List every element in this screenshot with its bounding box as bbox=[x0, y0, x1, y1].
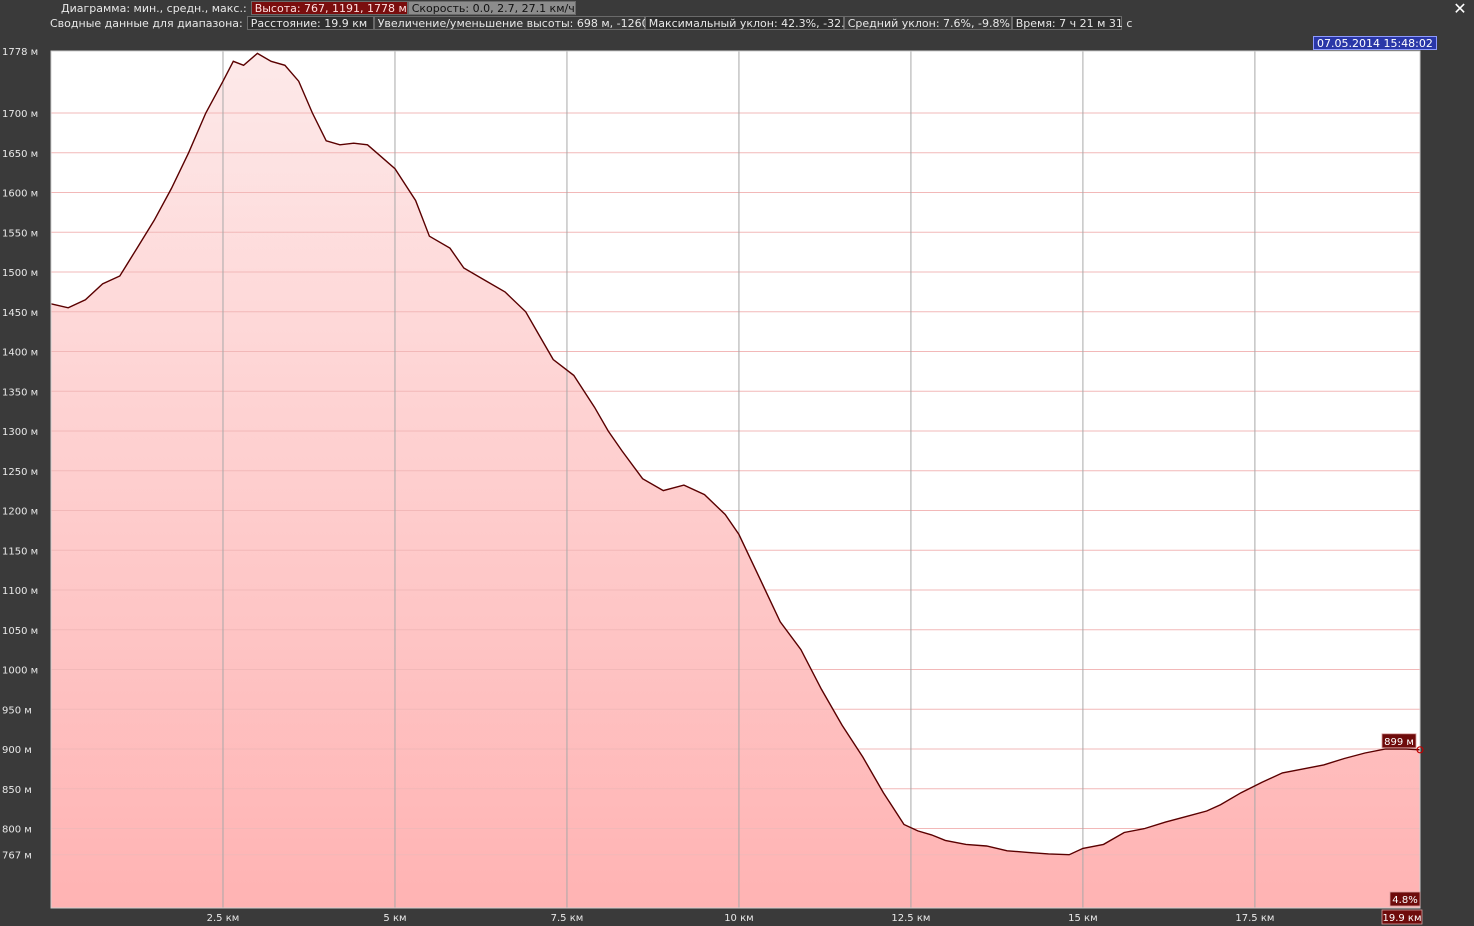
y-tick-label: 1450 м bbox=[2, 308, 38, 319]
y-tick-label: 1650 м bbox=[2, 149, 38, 160]
x-tick-label: 17.5 км bbox=[1235, 913, 1274, 924]
x-tick-label: 15 км bbox=[1068, 913, 1098, 924]
elevation-readout-tag: 899 м bbox=[1384, 737, 1414, 748]
y-tick-label: 1250 м bbox=[2, 467, 38, 478]
distance-readout-tag: 19.9 км bbox=[1382, 913, 1421, 924]
y-tick-label: 1700 м bbox=[2, 109, 38, 120]
y-tick-label: 1350 м bbox=[2, 387, 38, 398]
y-tick-label: 1150 м bbox=[2, 546, 38, 557]
y-tick-label: 850 м bbox=[2, 785, 32, 796]
x-tick-label: 5 км bbox=[383, 913, 406, 924]
y-tick-label: 767 м bbox=[2, 851, 32, 862]
y-tick-label: 1000 м bbox=[2, 666, 38, 677]
y-tick-label: 900 м bbox=[2, 745, 32, 756]
elevation-profile-chart[interactable]: 767 м 800 м 850 м 900 м 950 м 1000 м 1050 м 110… bbox=[0, 0, 1474, 926]
x-tick-label: 10 км bbox=[724, 913, 754, 924]
y-tick-label: 1550 м bbox=[2, 228, 38, 239]
y-tick-label: 950 м bbox=[2, 705, 32, 716]
y-tick-label: 1778 м bbox=[2, 47, 38, 58]
y-tick-label: 1500 м bbox=[2, 268, 38, 279]
y-tick-label: 1200 м bbox=[2, 507, 38, 518]
x-tick-label: 2.5 км bbox=[207, 913, 240, 924]
x-tick-label: 7.5 км bbox=[551, 913, 584, 924]
y-tick-label: 1100 м bbox=[2, 586, 38, 597]
y-tick-label: 1400 м bbox=[2, 348, 38, 359]
y-tick-label: 1300 м bbox=[2, 427, 38, 438]
x-tick-label: 12.5 км bbox=[891, 913, 930, 924]
slope-readout-tag: 4.8% bbox=[1392, 895, 1417, 906]
y-tick-label: 1600 м bbox=[2, 189, 38, 200]
y-tick-label: 800 м bbox=[2, 825, 32, 836]
y-tick-label: 1050 м bbox=[2, 626, 38, 637]
